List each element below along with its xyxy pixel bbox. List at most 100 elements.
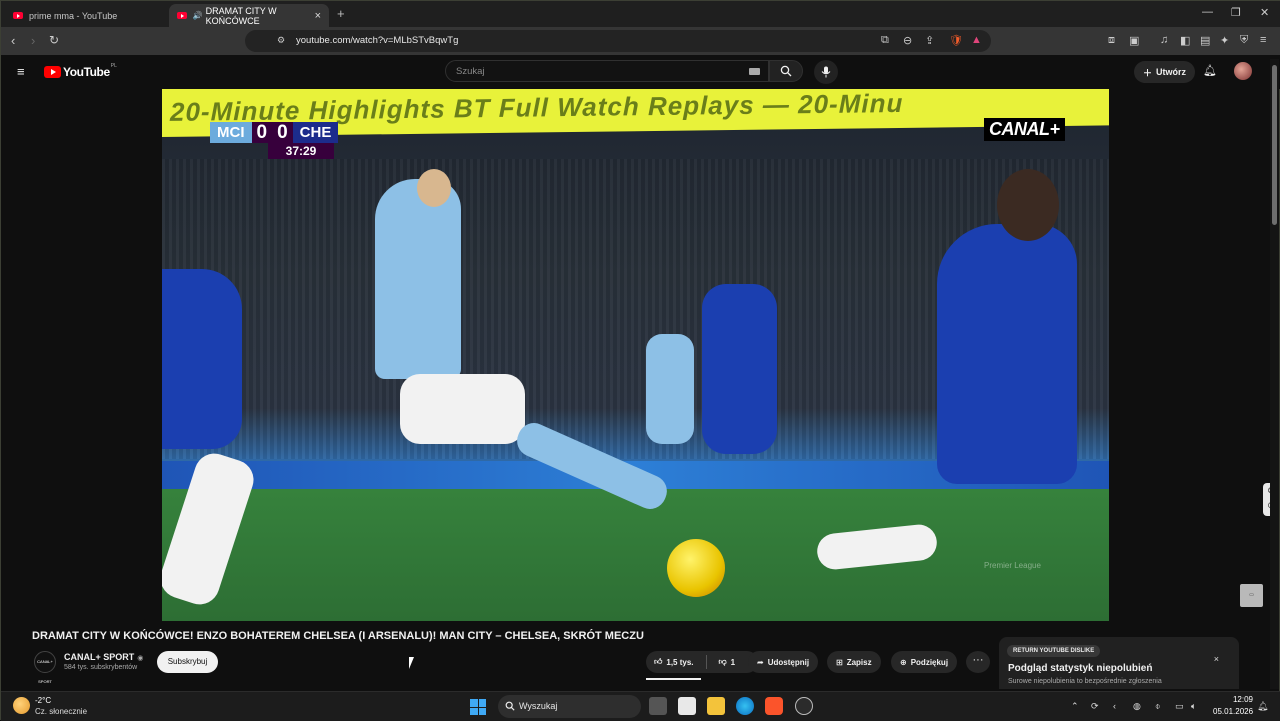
clock-date[interactable]: 05.01.2026 xyxy=(1213,707,1253,716)
minimize-icon[interactable]: — xyxy=(1202,6,1213,18)
share-button[interactable]: ➦ Udostępnij xyxy=(748,651,819,673)
channel-name-row[interactable]: CANAL+ SPORT ◉ xyxy=(64,652,143,662)
open-external-icon[interactable]: ⧉ xyxy=(881,34,889,47)
site-info-icon[interactable]: ⚙ xyxy=(277,35,285,46)
leo-ai-icon[interactable]: ✦ xyxy=(1220,34,1229,47)
tab-prime-mma[interactable]: prime mma - YouTube xyxy=(5,4,165,27)
notifications-icon[interactable]: 🔔︎ xyxy=(1203,64,1217,77)
close-tab-icon[interactable]: × xyxy=(315,10,321,22)
address-bar[interactable]: ⚙ youtube.com/watch?v=MLbSTvBqwTg ⧉ ⊖ ⇪ … xyxy=(245,30,991,52)
mouse-cursor xyxy=(409,657,414,669)
voice-search-button[interactable] xyxy=(814,60,838,84)
subscribe-button[interactable]: Subskrybuj xyxy=(157,651,218,673)
forward-icon[interactable]: › xyxy=(31,33,35,48)
save-button[interactable]: ⊞ Zapisz xyxy=(827,651,881,673)
search-icon xyxy=(780,65,792,77)
mic-tray-icon[interactable]: ⌽ xyxy=(1155,701,1160,712)
more-actions-button[interactable]: ··· xyxy=(966,651,990,673)
broadcaster-logo: CANAL+ xyxy=(984,118,1065,141)
create-label: Utwórz xyxy=(1156,67,1187,77)
pitch xyxy=(162,489,1109,621)
close-window-icon[interactable]: ✕ xyxy=(1260,6,1269,19)
match-ball xyxy=(667,539,725,597)
reload-icon[interactable]: ↻ xyxy=(49,33,59,47)
tab-strip: prime mma - YouTube 🔊 DRAMAT CITY W KOŃC… xyxy=(1,1,1280,27)
return-dislike-panel: RETURN YOUTUBE DISLIKE Podgląd statystyk… xyxy=(999,637,1239,689)
extensions-icon[interactable]: ⧈ xyxy=(1108,34,1115,47)
clock-time[interactable]: 12:09 xyxy=(1215,695,1253,704)
search-button[interactable] xyxy=(769,60,803,82)
keyboard-icon[interactable] xyxy=(749,68,760,75)
thumbs-up-icon: 👍︎ xyxy=(654,657,663,666)
player-che-left xyxy=(162,269,242,449)
windows-start-icon[interactable] xyxy=(470,699,486,715)
youtube-favicon-icon xyxy=(13,12,23,19)
network-icon[interactable]: ▭ xyxy=(1175,701,1184,712)
screenshot-icon[interactable]: ▣ xyxy=(1129,34,1139,47)
dislike-button[interactable]: 👎︎ 1 xyxy=(711,651,744,673)
plus-icon: ＋ xyxy=(1143,67,1153,78)
file-explorer-icon[interactable] xyxy=(707,697,725,715)
zoom-icon[interactable]: ⊖ xyxy=(903,34,912,47)
away-score: 0 xyxy=(277,121,288,143)
rdy-badge: RETURN YOUTUBE DISLIKE xyxy=(1007,645,1101,657)
thanks-icon: ⊕ xyxy=(900,657,907,667)
back-tray-icon[interactable]: ‹ xyxy=(1113,701,1116,711)
youtube-masthead: ≡ YouTube PL Szukaj ＋ Utwórz 🔔︎ xyxy=(1,55,1280,89)
brave-icon[interactable] xyxy=(765,697,783,715)
guide-menu-icon[interactable]: ≡ xyxy=(17,64,25,79)
create-button[interactable]: ＋ Utwórz xyxy=(1134,61,1196,83)
temperature[interactable]: -2°C xyxy=(35,696,51,705)
channel-name[interactable]: CANAL+ SPORT xyxy=(64,652,134,662)
channel-avatar[interactable]: CANAL+ SPORT xyxy=(34,651,56,684)
chatgpt-icon[interactable] xyxy=(795,697,813,715)
like-separator xyxy=(705,655,707,669)
like-count: 1,5 tys. xyxy=(666,657,694,667)
weather-icon[interactable] xyxy=(13,697,30,714)
task-view-icon[interactable] xyxy=(649,697,667,715)
player-head-2 xyxy=(997,169,1059,241)
search-placeholder: Szukaj xyxy=(456,66,485,77)
sidebar-icon[interactable]: ◧ xyxy=(1180,34,1190,47)
home-team: MCI xyxy=(210,122,252,143)
player-mci-2 xyxy=(646,334,694,444)
like-dislike-group: 👍︎ 1,5 tys. 👎︎ 1 xyxy=(646,651,758,673)
account-avatar[interactable] xyxy=(1234,62,1252,80)
search-input[interactable]: Szukaj xyxy=(445,60,769,82)
thanks-button[interactable]: ⊕ Podziękuj xyxy=(891,651,958,673)
restore-icon[interactable]: ❐ xyxy=(1231,6,1241,19)
rdy-close-icon[interactable]: × xyxy=(1214,654,1219,664)
scrollbar-thumb[interactable] xyxy=(1272,65,1277,225)
app-tray-icon[interactable]: ◍ xyxy=(1133,701,1141,712)
share-icon: ➦ xyxy=(757,657,764,667)
youtube-logo[interactable]: YouTube PL xyxy=(44,63,117,79)
brave-shields-icon[interactable]: 🛡︎ xyxy=(949,34,963,47)
share-page-icon[interactable]: ⇪ xyxy=(925,34,934,47)
menu-icon[interactable]: ≡ xyxy=(1260,34,1266,46)
vpn-icon[interactable]: ⛨ xyxy=(1240,34,1248,47)
rdy-title: Podgląd statystyk niepolubień xyxy=(1008,663,1153,674)
brave-rewards-icon[interactable]: ▲ xyxy=(971,34,982,46)
media-icon[interactable]: ♫ xyxy=(1160,34,1168,46)
back-icon[interactable]: ‹ xyxy=(11,33,15,48)
like-button[interactable]: 👍︎ 1,5 tys. xyxy=(646,651,702,673)
channel-watermark-icon[interactable]: ▭ xyxy=(1240,584,1263,607)
new-tab-button[interactable]: + xyxy=(337,6,345,21)
edge-icon[interactable] xyxy=(736,697,754,715)
volume-icon[interactable]: 🔈︎ xyxy=(1191,701,1196,712)
notification-bell-icon[interactable]: 🔔︎ xyxy=(1257,701,1268,712)
right-background xyxy=(1109,89,1269,621)
match-clock: 37:29 xyxy=(268,143,334,159)
page-scrollbar[interactable] xyxy=(1270,59,1279,689)
youtube-play-icon xyxy=(44,66,61,78)
taskbar-search[interactable]: Wyszukaj xyxy=(498,695,641,718)
away-team: CHE xyxy=(292,122,339,143)
weather-description[interactable]: Cz. słonecznie xyxy=(35,707,87,716)
wallet-icon[interactable]: ▤ xyxy=(1200,34,1210,47)
sync-icon[interactable]: ⟳ xyxy=(1091,701,1099,712)
microsoft-store-icon[interactable] xyxy=(678,697,696,715)
tab-dramat-city[interactable]: 🔊 DRAMAT CITY W KOŃCÓWCE × xyxy=(169,4,329,27)
tray-overflow-icon[interactable]: ⌃ xyxy=(1071,701,1079,712)
video-player[interactable]: 20-Minute Highlights BT Full Watch Repla… xyxy=(162,89,1109,621)
speaker-icon[interactable]: 🔊 xyxy=(193,11,203,20)
